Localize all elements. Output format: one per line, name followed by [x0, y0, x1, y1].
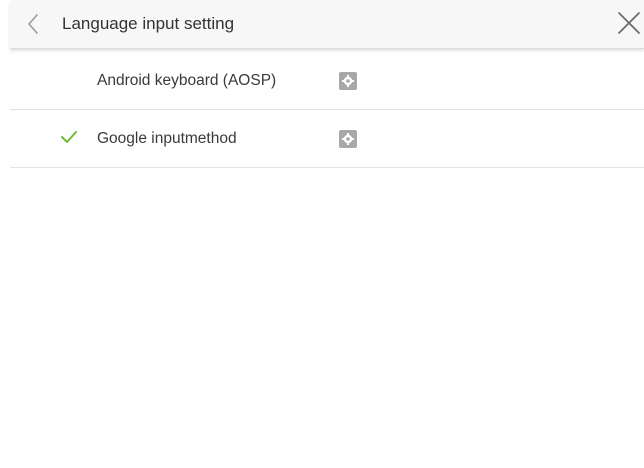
language-input-setting-page: Language input setting Android keyboard …: [0, 0, 644, 468]
close-button[interactable]: [616, 10, 642, 36]
input-method-label: Google inputmethod: [97, 130, 237, 147]
page-title: Language input setting: [62, 14, 235, 33]
close-icon: [618, 12, 640, 34]
check-icon: [61, 131, 77, 143]
input-method-settings-button[interactable]: [339, 130, 357, 148]
chevron-left-icon: [28, 14, 38, 34]
input-method-label: Android keyboard (AOSP): [97, 72, 277, 89]
input-method-settings-button[interactable]: [339, 72, 357, 90]
gear-icon: [342, 75, 354, 87]
list-item-google-inputmethod[interactable]: Google inputmethod: [10, 110, 644, 168]
input-method-list: Android keyboard (AOSP) Google inputmeth…: [10, 52, 644, 168]
header-bar: Language input setting: [10, 0, 644, 49]
gear-icon: [342, 133, 354, 145]
list-item-android-keyboard[interactable]: Android keyboard (AOSP): [10, 52, 644, 110]
back-button[interactable]: [22, 10, 46, 38]
